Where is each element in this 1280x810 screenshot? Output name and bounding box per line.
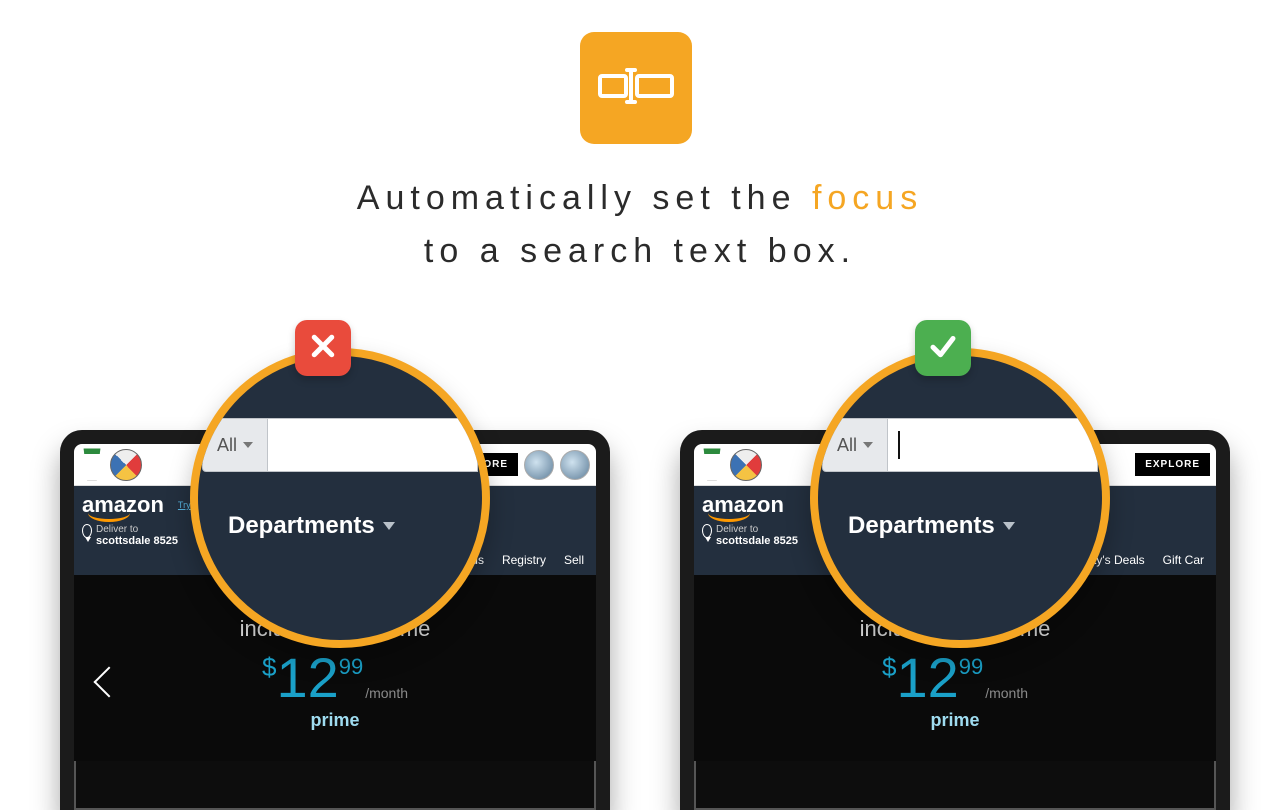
explore-button[interactable]: EXPLORE [1135, 453, 1210, 476]
prime-word: prime [74, 710, 596, 731]
app-logo-badge [580, 32, 692, 144]
departments-label: Departments [228, 512, 375, 540]
caret-down-icon [863, 442, 873, 448]
caret-down-icon [243, 442, 253, 448]
amazon-swoosh-icon [82, 510, 140, 520]
mosaic-avatar-icon [110, 449, 142, 481]
mosaic-avatar-icon [730, 449, 762, 481]
price-cents: 99 [959, 656, 983, 678]
amazon-logo[interactable]: amazon [702, 492, 790, 518]
magnifier-with-focus: All Departments [810, 348, 1110, 648]
search-category-label: All [837, 435, 857, 456]
bad-status-badge [295, 320, 351, 376]
tagline-accent: focus [812, 179, 923, 217]
price-per: /month [365, 686, 408, 700]
agate-icon [524, 450, 554, 480]
agate-icon [560, 450, 590, 480]
zoomed-search-bar: All [202, 418, 478, 472]
comparison-panels: All Departments N EXPLORE [0, 380, 1280, 800]
prime-price: $ 12 99 /month [882, 650, 1028, 706]
deliver-city: scottsdale 8525 [716, 535, 798, 547]
price-cents: 99 [339, 656, 363, 678]
magnifier-no-focus: All Departments [190, 348, 490, 648]
location-pin-icon [82, 524, 92, 538]
deliver-label: Deliver to [716, 524, 758, 535]
tagline-pre: Automatically set the [357, 179, 797, 217]
caret-down-icon [1003, 522, 1015, 530]
prime-word: prime [694, 710, 1216, 731]
plant-pot-icon [80, 449, 104, 481]
deliver-label: Deliver to [96, 524, 138, 535]
prime-price: $ 12 99 /month [262, 650, 408, 706]
price-big: 12 [276, 650, 338, 706]
plant-pot-icon [700, 449, 724, 481]
deliver-city: scottsdale 8525 [96, 535, 178, 547]
tagline: Automatically set the focus to a search … [0, 172, 1280, 277]
search-input-no-focus[interactable] [268, 418, 478, 472]
zoomed-search-bar: All [822, 418, 1098, 472]
nav-link[interactable]: Gift Car [1163, 553, 1204, 567]
good-status-badge [915, 320, 971, 376]
price-big: 12 [896, 650, 958, 706]
search-category-dropdown[interactable]: All [202, 418, 268, 472]
price-dollar: $ [882, 654, 896, 680]
departments-menu[interactable]: Departments [198, 512, 482, 540]
location-pin-icon [702, 524, 712, 538]
text-input-focus-icon [597, 62, 675, 115]
amazon-swoosh-icon [702, 510, 760, 520]
x-icon [308, 331, 338, 366]
departments-menu[interactable]: Departments [818, 512, 1102, 540]
tagline-post: to a search text box. [424, 232, 856, 270]
panel-with-focus: All Departments EXPLORE [680, 380, 1220, 800]
search-category-label: All [217, 435, 237, 456]
search-input-focused[interactable] [888, 418, 1098, 472]
departments-label: Departments [848, 512, 995, 540]
check-icon [928, 331, 958, 366]
amazon-logo[interactable]: amazon [82, 492, 170, 518]
price-per: /month [985, 686, 1028, 700]
search-category-dropdown[interactable]: All [822, 418, 888, 472]
nav-link[interactable]: Registry [502, 553, 546, 567]
chevron-left-icon[interactable] [92, 665, 114, 705]
nav-link[interactable]: Sell [564, 553, 584, 567]
price-dollar: $ [262, 654, 276, 680]
text-cursor-icon [898, 431, 900, 459]
caret-down-icon [383, 522, 395, 530]
panel-without-focus: All Departments N EXPLORE [60, 380, 600, 800]
